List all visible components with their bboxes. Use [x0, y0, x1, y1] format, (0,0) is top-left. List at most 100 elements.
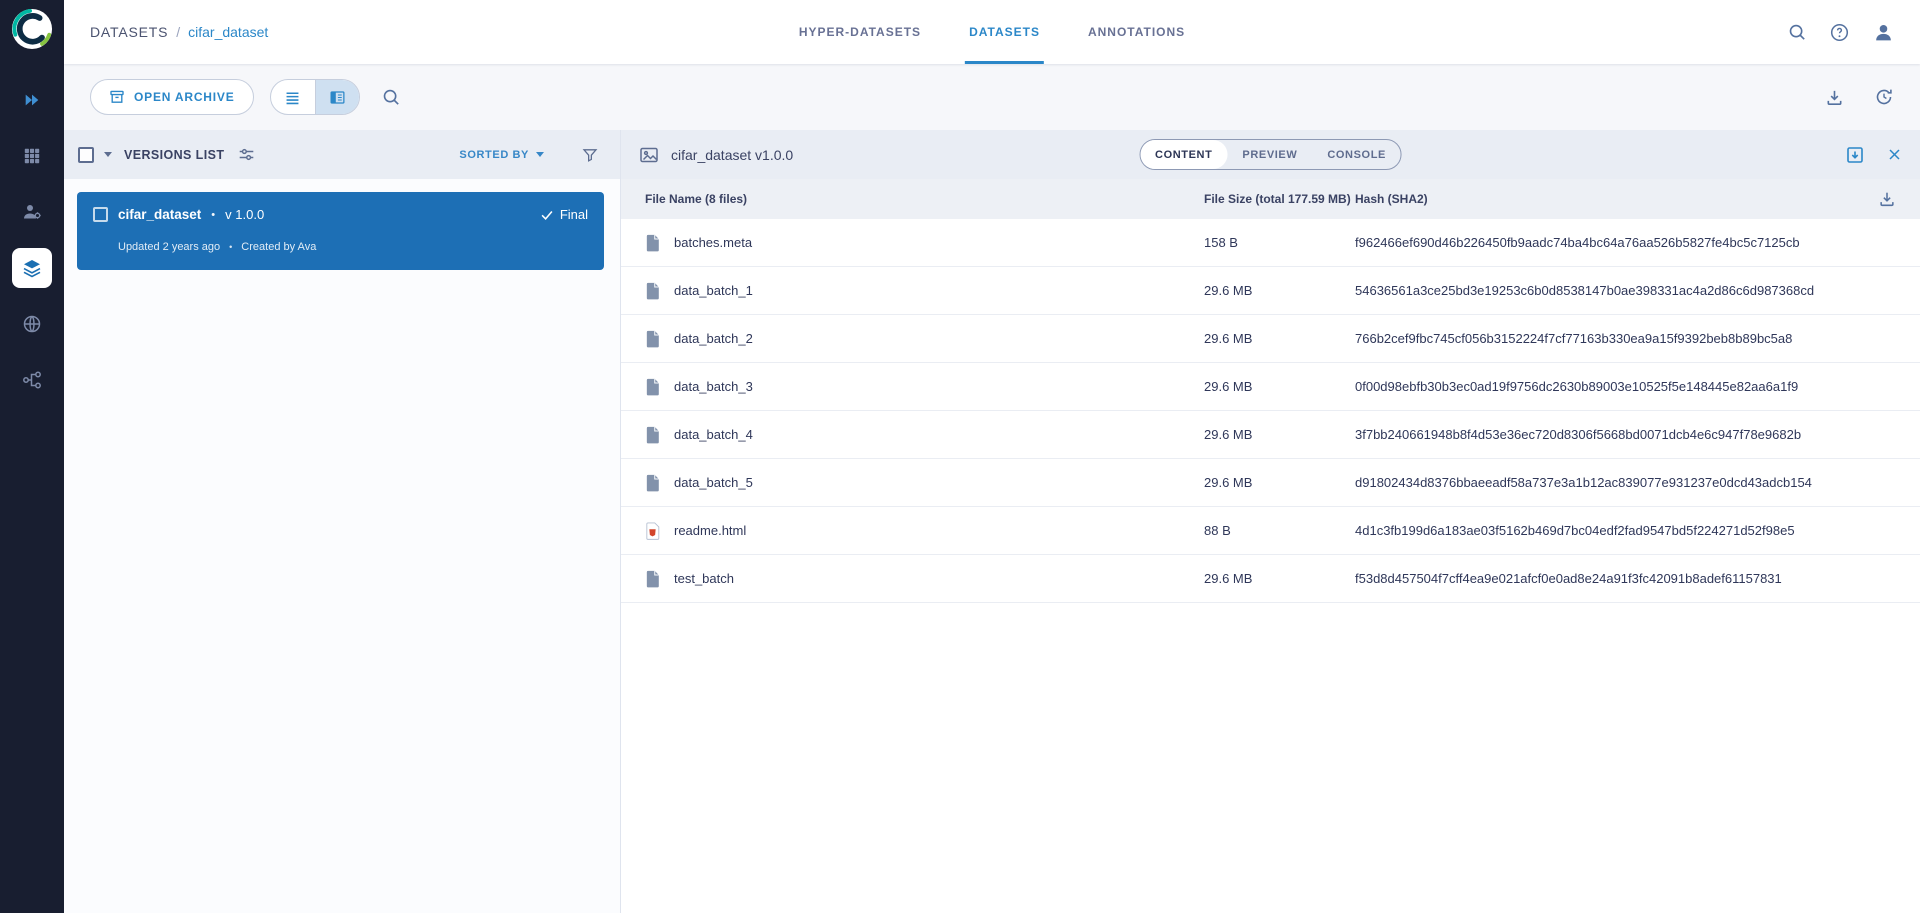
- download-dataset-icon[interactable]: [1825, 88, 1844, 107]
- file-hash: 54636561a3ce25bd3e19253c6b0d8538147b0ae3…: [1355, 283, 1896, 298]
- breadcrumb-current[interactable]: cifar_dataset: [188, 24, 268, 40]
- tab-hyper-datasets[interactable]: HYPER-DATASETS: [799, 0, 921, 64]
- files-table: batches.meta 158 B f962466ef690d46b22645…: [621, 219, 1920, 603]
- auto-refresh-icon[interactable]: [1874, 87, 1894, 107]
- tune-icon[interactable]: [238, 146, 255, 163]
- split-view-icon: [329, 89, 346, 106]
- file-size: 29.6 MB: [1204, 475, 1355, 490]
- table-row[interactable]: data_batch_5 29.6 MB d91802434d8376bbaee…: [621, 459, 1920, 507]
- file-icon: [645, 282, 660, 300]
- table-row[interactable]: data_batch_3 29.6 MB 0f00d98ebfb30b3ec0a…: [621, 363, 1920, 411]
- file-name-cell: data_batch_2: [645, 330, 1204, 348]
- table-view-button[interactable]: [271, 80, 315, 114]
- version-updated: Updated 2 years ago: [118, 241, 220, 253]
- select-all-caret-icon[interactable]: [104, 152, 112, 157]
- layers-icon: [22, 258, 42, 278]
- help-icon[interactable]: [1830, 23, 1849, 42]
- search-icon[interactable]: [1788, 23, 1806, 41]
- check-icon: [540, 208, 554, 222]
- grid-icon: [23, 147, 41, 165]
- table-row[interactable]: batches.meta 158 B f962466ef690d46b22645…: [621, 219, 1920, 267]
- clearml-logo[interactable]: [11, 8, 53, 50]
- user-avatar-icon[interactable]: [1873, 22, 1894, 43]
- file-name-cell: data_batch_4: [645, 426, 1204, 444]
- filter-icon[interactable]: [582, 147, 598, 163]
- file-name: data_batch_2: [674, 331, 753, 346]
- version-number: v 1.0.0: [225, 207, 264, 222]
- tab-console[interactable]: CONSOLE: [1312, 140, 1401, 169]
- table-row[interactable]: data_batch_4 29.6 MB 3f7bb240661948b8f4d…: [621, 411, 1920, 459]
- tab-content[interactable]: CONTENT: [1140, 140, 1227, 169]
- detail-tabs: CONTENT PREVIEW CONSOLE: [1139, 139, 1402, 170]
- double-chevron-icon: [23, 91, 41, 109]
- file-name: data_batch_3: [674, 379, 753, 394]
- column-file-name: File Name (8 files): [645, 192, 1204, 206]
- table-row[interactable]: data_batch_2 29.6 MB 766b2cef9fbc745cf05…: [621, 315, 1920, 363]
- sidebar-item-reports[interactable]: [12, 304, 52, 344]
- file-size: 88 B: [1204, 523, 1355, 538]
- app-root: DATASETS / cifar_dataset HYPER-DATASETS …: [0, 0, 1920, 913]
- file-name: test_batch: [674, 571, 734, 586]
- sidebar-item-applications[interactable]: [12, 80, 52, 120]
- file-size: 29.6 MB: [1204, 571, 1355, 586]
- versions-list-title: VERSIONS LIST: [124, 148, 224, 162]
- file-name-cell: batches.meta: [645, 234, 1204, 252]
- minimize-panel-icon[interactable]: [1845, 145, 1865, 165]
- file-size: 29.6 MB: [1204, 427, 1355, 442]
- header-actions: [1788, 22, 1894, 43]
- version-card[interactable]: cifar_dataset • v 1.0.0 Final Updated 2 …: [77, 192, 604, 270]
- close-icon[interactable]: [1887, 147, 1902, 162]
- version-card-header: cifar_dataset • v 1.0.0 Final: [93, 207, 588, 222]
- version-meta-dot: •: [229, 242, 232, 252]
- globe-icon: [22, 314, 42, 334]
- breadcrumb: DATASETS / cifar_dataset: [90, 24, 268, 40]
- version-checkbox[interactable]: [93, 207, 108, 222]
- sidebar-item-datasets[interactable]: [12, 248, 52, 288]
- open-archive-button[interactable]: OPEN ARCHIVE: [90, 79, 254, 115]
- tab-datasets[interactable]: DATASETS: [969, 0, 1040, 64]
- pipelines-icon: [22, 370, 42, 390]
- file-name: batches.meta: [674, 235, 752, 250]
- file-icon: [645, 474, 660, 492]
- sidebar: [0, 0, 64, 913]
- file-size: 158 B: [1204, 235, 1355, 250]
- download-files-icon[interactable]: [1878, 190, 1896, 208]
- html-file-icon: [645, 522, 660, 540]
- dataset-icon: [639, 145, 659, 165]
- file-size: 29.6 MB: [1204, 283, 1355, 298]
- table-row[interactable]: test_batch 29.6 MB f53d8d457504f7cff4ea9…: [621, 555, 1920, 603]
- file-name-cell: data_batch_3: [645, 378, 1204, 396]
- top-header: DATASETS / cifar_dataset HYPER-DATASETS …: [64, 0, 1920, 64]
- file-name-cell: data_batch_5: [645, 474, 1204, 492]
- toolbar-right-actions: [1825, 87, 1894, 107]
- select-all-checkbox[interactable]: [78, 147, 94, 163]
- split-view-button[interactable]: [315, 80, 359, 114]
- archive-icon: [109, 89, 125, 105]
- content-area: VERSIONS LIST SORTED BY cifa: [64, 130, 1920, 913]
- breadcrumb-datasets-link[interactable]: DATASETS: [90, 24, 168, 40]
- file-size: 29.6 MB: [1204, 379, 1355, 394]
- tab-annotations[interactable]: ANNOTATIONS: [1088, 0, 1185, 64]
- table-row[interactable]: data_batch_1 29.6 MB 54636561a3ce25bd3e1…: [621, 267, 1920, 315]
- sorted-by-control[interactable]: SORTED BY: [459, 149, 544, 161]
- sidebar-item-workers[interactable]: [12, 192, 52, 232]
- sidebar-item-projects[interactable]: [12, 136, 52, 176]
- version-dot: •: [211, 209, 215, 221]
- file-name: data_batch_5: [674, 475, 753, 490]
- version-created-by: Created by Ava: [241, 241, 316, 253]
- file-icon: [645, 234, 660, 252]
- sidebar-item-pipelines[interactable]: [12, 360, 52, 400]
- breadcrumb-separator: /: [176, 24, 180, 40]
- detail-panel-header: cifar_dataset v1.0.0 CONTENT PREVIEW CON…: [621, 130, 1920, 179]
- table-row[interactable]: readme.html 88 B 4d1c3fb199d6a183ae03f51…: [621, 507, 1920, 555]
- file-hash: 0f00d98ebfb30b3ec0ad19f9756dc2630b89003e…: [1355, 379, 1896, 394]
- tab-preview[interactable]: PREVIEW: [1227, 140, 1312, 169]
- file-hash: f53d8d457504f7cff4ea9e021afcf0e0ad8e24a9…: [1355, 571, 1896, 586]
- versions-panel: VERSIONS LIST SORTED BY cifa: [64, 130, 621, 913]
- search-files-icon[interactable]: [382, 88, 400, 106]
- list-view-icon: [284, 89, 301, 106]
- file-hash: 4d1c3fb199d6a183ae03f5162b469d7bc04edf2f…: [1355, 523, 1896, 538]
- versions-panel-header: VERSIONS LIST SORTED BY: [64, 130, 620, 179]
- column-file-size: File Size (total 177.59 MB): [1204, 192, 1355, 206]
- file-name-cell: readme.html: [645, 522, 1204, 540]
